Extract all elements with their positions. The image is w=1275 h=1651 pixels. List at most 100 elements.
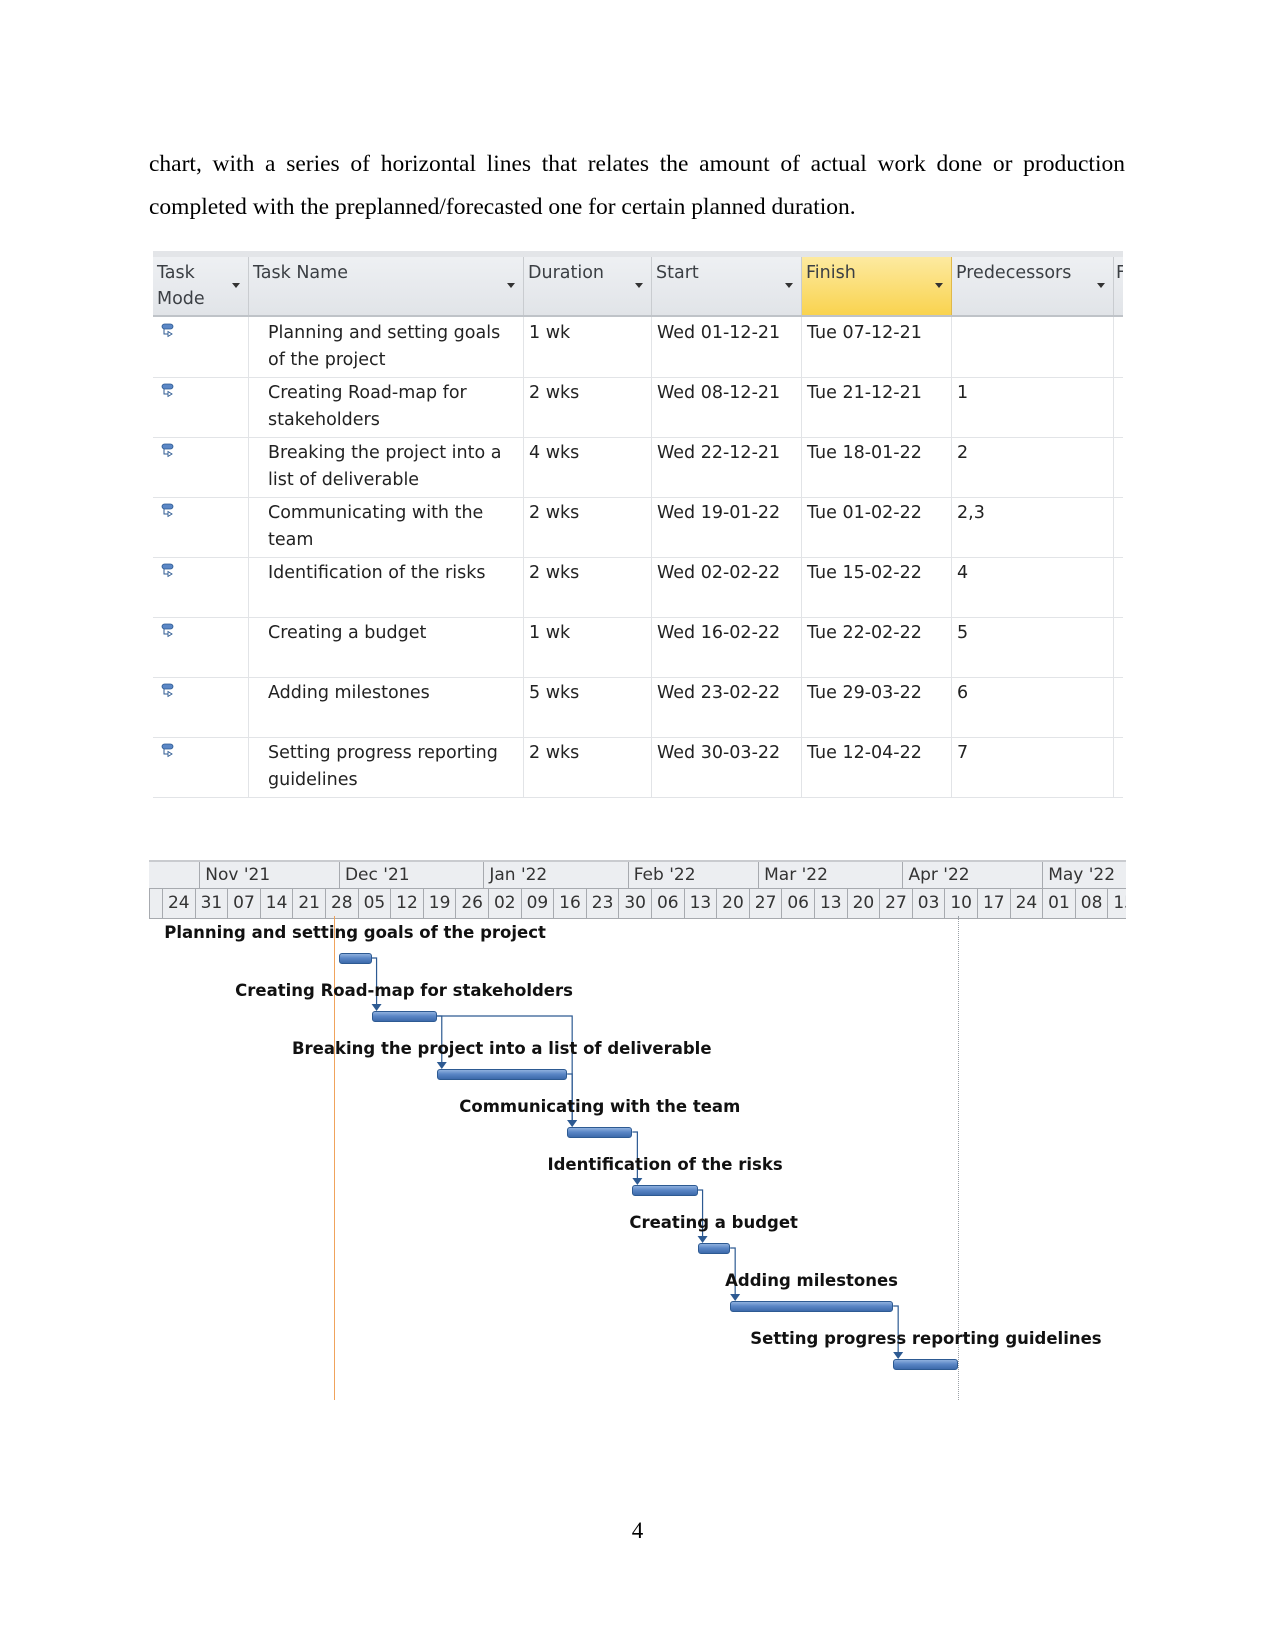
table-row[interactable]: Creating Road-map for stakeholders 2 wks W…: [153, 377, 1123, 438]
cell-name[interactable]: Creating a budget: [249, 617, 524, 677]
cell-duration[interactable]: 1 wk: [524, 317, 652, 377]
cell-start[interactable]: Wed 23-02-22: [652, 677, 802, 737]
dropdown-arrow-icon[interactable]: [507, 283, 515, 288]
task-bar[interactable]: [697, 1243, 731, 1254]
timescale-week-label: 31: [194, 889, 228, 918]
table-row[interactable]: Breaking the project into a list of deli…: [153, 437, 1123, 498]
cell-name[interactable]: Creating Road-map for stakeholders: [249, 377, 524, 437]
cell-finish[interactable]: Tue 01-02-22: [802, 497, 952, 557]
cell-predecessors[interactable]: 2: [952, 437, 1114, 497]
cell-finish[interactable]: Tue 12-04-22: [802, 737, 952, 797]
timescale-week-label: 24: [1009, 889, 1043, 918]
task-mode-cell[interactable]: [153, 617, 249, 677]
task-mode-cell[interactable]: [153, 317, 249, 377]
auto-scheduled-task-icon: [161, 623, 174, 638]
column-header-duration[interactable]: Duration: [524, 257, 652, 315]
cell-partial: [1114, 557, 1124, 617]
cell-duration[interactable]: 2 wks: [524, 737, 652, 797]
task-bar[interactable]: [338, 953, 372, 964]
column-header-label: Duration: [528, 263, 605, 283]
cell-start[interactable]: Wed 01-12-21: [652, 317, 802, 377]
cell-name[interactable]: Adding milestones: [249, 677, 524, 737]
dependency-arrow-icon: [730, 1294, 741, 1301]
cell-name[interactable]: Planning and setting goals of the projec…: [249, 317, 524, 377]
cell-duration[interactable]: 5 wks: [524, 677, 652, 737]
dropdown-arrow-icon[interactable]: [785, 283, 793, 288]
task-mode-cell[interactable]: [153, 737, 249, 797]
cell-partial: [1114, 617, 1124, 677]
task-mode-cell[interactable]: [153, 437, 249, 497]
timescale-week-label: 20: [716, 889, 749, 918]
cell-finish[interactable]: Tue 15-02-22: [802, 557, 952, 617]
task-mode-cell[interactable]: [153, 377, 249, 437]
table-row[interactable]: Planning and setting goals of the projec…: [153, 317, 1123, 378]
cell-start[interactable]: Wed 08-12-21: [652, 377, 802, 437]
task-bar[interactable]: [893, 1359, 959, 1370]
column-header-task-name[interactable]: Task Name: [249, 257, 524, 315]
timescale-month-label: May '22: [1042, 862, 1126, 888]
cell-predecessors[interactable]: 7: [952, 737, 1114, 797]
column-header-finish[interactable]: Finish: [802, 257, 952, 315]
task-bar[interactable]: [567, 1127, 633, 1138]
cell-duration[interactable]: 2 wks: [524, 497, 652, 557]
timescale-week-label: 12: [390, 889, 423, 918]
cell-duration[interactable]: 2 wks: [524, 557, 652, 617]
cell-duration[interactable]: 1 wk: [524, 617, 652, 677]
timescale-week-label: 03: [911, 889, 945, 918]
table-row[interactable]: Identification of the risks 2 wks Wed 02-0…: [153, 557, 1123, 618]
table-row[interactable]: Creating a budget 1 wk Wed 16-02-22 Tue 22-…: [153, 617, 1123, 678]
cell-finish[interactable]: Tue 29-03-22: [802, 677, 952, 737]
cell-predecessors[interactable]: [952, 317, 1114, 377]
cell-finish[interactable]: Tue 07-12-21: [802, 317, 952, 377]
task-mode-cell[interactable]: [153, 677, 249, 737]
task-bar-label: Adding milestones: [725, 1271, 899, 1290]
table-row[interactable]: Communicating with the team 2 wks Wed 19-0…: [153, 497, 1123, 558]
cell-finish[interactable]: Tue 22-02-22: [802, 617, 952, 677]
cell-predecessors[interactable]: 6: [952, 677, 1114, 737]
dependency-arrow-icon: [436, 1062, 447, 1069]
timescale-week-label: 24: [162, 889, 195, 918]
cell-start[interactable]: Wed 02-02-22: [652, 557, 802, 617]
cell-name[interactable]: Communicating with the team: [249, 497, 524, 557]
cell-predecessors[interactable]: 5: [952, 617, 1114, 677]
column-header-task-mode[interactable]: Task Mode: [153, 257, 249, 315]
cell-start[interactable]: Wed 19-01-22: [652, 497, 802, 557]
dropdown-arrow-icon[interactable]: [935, 283, 943, 288]
table-row[interactable]: Setting progress reporting guidelines 2 w…: [153, 737, 1123, 798]
project-finish-line: [958, 916, 960, 1400]
dropdown-arrow-icon[interactable]: [1097, 283, 1105, 288]
cell-predecessors[interactable]: 4: [952, 557, 1114, 617]
task-bar[interactable]: [371, 1011, 437, 1022]
timescale-week-label: 01: [1042, 889, 1075, 918]
cell-partial: [1114, 377, 1124, 437]
table-row[interactable]: Adding milestones 5 wks Wed 23-02-22 Tue 29…: [153, 677, 1123, 738]
cell-predecessors[interactable]: 2,3: [952, 497, 1114, 557]
timescale-month-label: Mar '22: [758, 862, 902, 888]
cell-finish[interactable]: Tue 18-01-22: [802, 437, 952, 497]
cell-duration[interactable]: 2 wks: [524, 377, 652, 437]
timescale-week-label: 06: [781, 889, 814, 918]
cell-predecessors[interactable]: 1: [952, 377, 1114, 437]
task-mode-cell[interactable]: [153, 557, 249, 617]
task-bar[interactable]: [436, 1069, 568, 1080]
column-header-partial[interactable]: F: [1114, 257, 1123, 315]
cell-start[interactable]: Wed 16-02-22: [652, 617, 802, 677]
task-bar[interactable]: [730, 1301, 894, 1312]
cell-finish[interactable]: Tue 21-12-21: [802, 377, 952, 437]
auto-scheduled-task-icon: [161, 443, 174, 458]
cell-partial: [1114, 677, 1124, 737]
timescale-week-label: 09: [520, 889, 554, 918]
dropdown-arrow-icon[interactable]: [635, 283, 643, 288]
cell-name[interactable]: Setting progress reporting guidelines: [249, 737, 524, 797]
column-header-start[interactable]: Start: [652, 257, 802, 315]
cell-start[interactable]: Wed 22-12-21: [652, 437, 802, 497]
task-bar[interactable]: [632, 1185, 698, 1196]
cell-name[interactable]: Breaking the project into a list of deli…: [249, 437, 524, 497]
column-header-predecessors[interactable]: Predecessors: [952, 257, 1114, 315]
cell-duration[interactable]: 4 wks: [524, 437, 652, 497]
task-mode-cell[interactable]: [153, 497, 249, 557]
cell-name[interactable]: Identification of the risks: [249, 557, 524, 617]
dropdown-arrow-icon[interactable]: [232, 283, 240, 288]
cell-start[interactable]: Wed 30-03-22: [652, 737, 802, 797]
dependency-arrow-icon: [697, 1236, 708, 1243]
